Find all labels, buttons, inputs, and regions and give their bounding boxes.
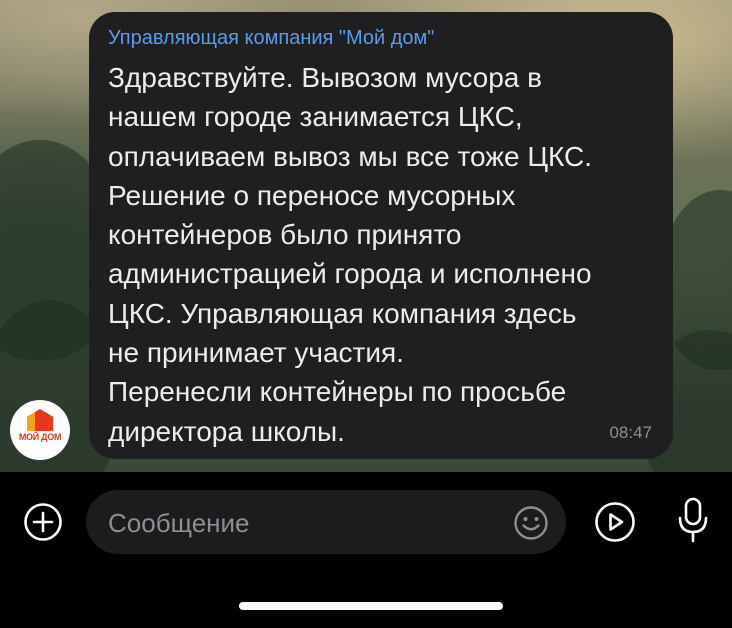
message-input-placeholder: Сообщение bbox=[108, 508, 250, 538]
video-message-button[interactable] bbox=[593, 500, 637, 544]
message-line: оплачиваем вывоз мы все тоже ЦКС. bbox=[108, 140, 593, 172]
avatar-logo-text: МОЙ ДОМ bbox=[18, 432, 62, 442]
emoji-button[interactable] bbox=[513, 505, 549, 541]
message-timestamp: 08:47 bbox=[609, 423, 652, 442]
house-logo-icon bbox=[27, 409, 53, 431]
chat-background: МОЙ ДОМ Управляющая компания "Мой дом" З… bbox=[0, 0, 732, 472]
plus-circle-icon bbox=[24, 503, 62, 541]
message-line: нашем городе занимается ЦКС, bbox=[108, 101, 523, 133]
play-circle-icon bbox=[595, 502, 635, 542]
message-line: Здравствуйте. Вывозом мусора в bbox=[108, 62, 542, 93]
message-text: Здравствуйте. Вывозом мусора в нашем гор… bbox=[108, 58, 592, 451]
voice-message-button[interactable] bbox=[673, 496, 713, 546]
sender-name[interactable]: Управляющая компания "Мой дом" bbox=[108, 27, 434, 50]
sender-avatar[interactable]: МОЙ ДОМ bbox=[10, 400, 70, 460]
message-line: Решение о переносе мусорных bbox=[108, 179, 516, 211]
message-input[interactable]: Сообщение bbox=[86, 490, 566, 554]
message-line: ЦКС. Управляющая компания здесь bbox=[108, 297, 577, 329]
message-line: не принимает участия. bbox=[108, 337, 404, 369]
message-line: Перенесли контейнеры по просьбе bbox=[108, 376, 567, 408]
smiley-icon bbox=[514, 506, 548, 540]
message-line: администрацией города и исполнено bbox=[108, 258, 592, 290]
attach-button[interactable] bbox=[23, 502, 63, 542]
message-bubble[interactable]: Управляющая компания "Мой дом" Здравству… bbox=[89, 12, 673, 459]
message-line: контейнеров было принято bbox=[108, 219, 462, 251]
message-line: директора школы. bbox=[108, 415, 345, 447]
home-indicator[interactable] bbox=[239, 602, 503, 610]
microphone-icon bbox=[678, 497, 708, 543]
